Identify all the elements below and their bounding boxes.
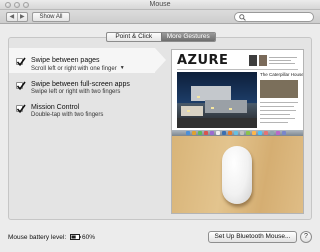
back-button[interactable]: ◀ [7, 13, 17, 21]
option-title: Swipe between pages [31, 57, 100, 64]
preview-article-image [260, 80, 298, 98]
gesture-preview: AZURE The Caterpillar House [171, 49, 304, 214]
option-description: Swipe left or right with two fingers [31, 89, 121, 95]
navigation-buttons: ◀ ▶ [6, 12, 28, 22]
preview-desk-surface [172, 136, 303, 213]
tab-more-gestures[interactable]: More Gestures [160, 33, 215, 41]
preview-thumbnail [249, 55, 257, 66]
tab-point-and-click[interactable]: Point & Click [107, 33, 161, 41]
checkmark-icon [16, 81, 26, 91]
battery-status: Mouse battery level: 60% [8, 234, 95, 241]
selected-option-pointer [155, 48, 166, 72]
battery-icon [69, 234, 81, 240]
preview-web-page: AZURE The Caterpillar House [172, 50, 303, 136]
show-all-button[interactable]: Show All [32, 12, 70, 22]
checkbox-swipe-between-full-screen-apps[interactable] [16, 81, 26, 91]
checkmark-icon [16, 57, 26, 67]
preview-masthead: AZURE [177, 54, 298, 70]
preview-logo: AZURE [177, 53, 229, 68]
tab-bar: Point & Click More Gestures [106, 32, 216, 42]
magic-mouse-icon [222, 146, 252, 204]
checkbox-mission-control[interactable] [16, 104, 26, 114]
option-title: Mission Control [31, 104, 80, 111]
magnifier-icon [239, 14, 246, 21]
mouse-preferences-window: Mouse ◀ ▶ Show All Point & Click More Ge… [0, 0, 320, 252]
preview-thumbnail [259, 55, 267, 66]
checkbox-swipe-between-pages[interactable] [16, 57, 26, 67]
chevron-down-icon[interactable]: ▼ [120, 65, 125, 71]
toolbar: ◀ ▶ Show All [0, 10, 320, 24]
forward-button[interactable]: ▶ [16, 13, 28, 21]
option-description: Double-tap with two fingers [31, 112, 104, 118]
preview-nav-bar [177, 69, 298, 70]
window-title: Mouse [149, 1, 171, 8]
title-bar: Mouse [0, 0, 320, 10]
option-title: Swipe between full-screen apps [31, 81, 130, 88]
battery-label: Mouse battery level: [8, 234, 67, 241]
search-field[interactable] [234, 12, 314, 22]
set-up-bluetooth-mouse-button[interactable]: Set Up Bluetooth Mouse... [208, 231, 297, 243]
preview-headline: The Caterpillar House [260, 72, 304, 77]
preview-article-column: The Caterpillar House [260, 72, 303, 128]
battery-level: 60% [81, 234, 95, 241]
option-description: Scroll left or right with one finger ▼ [31, 65, 125, 72]
preview-hero-image [177, 72, 257, 128]
checkmark-icon [16, 104, 26, 114]
help-button[interactable]: ? [300, 231, 312, 243]
